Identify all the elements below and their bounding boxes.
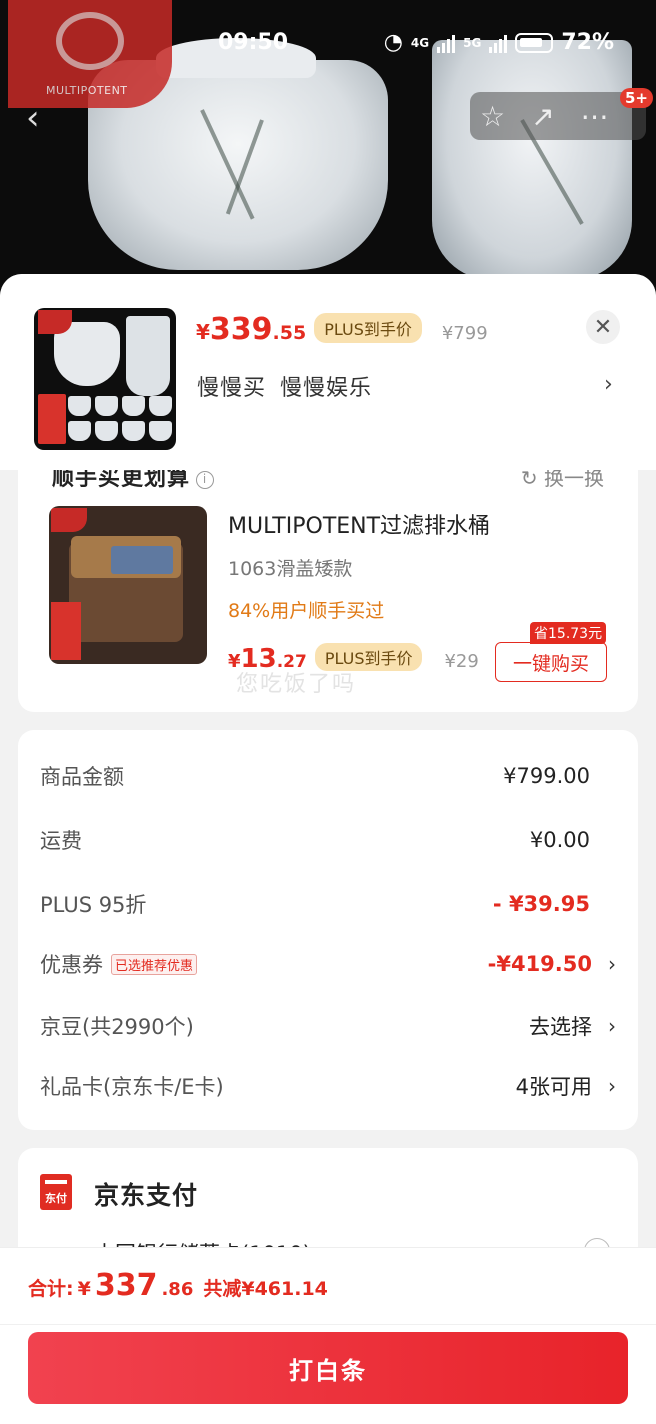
watermark-text: 您吃饭了吗 xyxy=(236,672,357,697)
product-summary-header: ¥339.55 PLUS到手价 ¥799 ✕ 慢慢买 慢慢娱乐 › xyxy=(0,274,656,470)
addon-buy-rate: 84%用户顺手买过 xyxy=(228,600,385,622)
wifi-icon: ◔ xyxy=(383,30,403,55)
checkout-bottom-bar: 合计: ¥337.86 共减¥461.14 打白条 xyxy=(0,1248,656,1424)
addon-section-title: 顺手买更划算 i xyxy=(52,470,215,492)
recommended-coupon-tag: 已选推荐优惠 xyxy=(111,953,198,975)
thumb-pitcher xyxy=(126,316,170,396)
addon-product-name[interactable]: MULTIPOTENT过滤排水桶 xyxy=(228,508,490,540)
savings-badge: 省15.73元 xyxy=(530,622,607,644)
back-icon[interactable]: ‹ xyxy=(26,98,40,138)
message-count-badge: 5+ xyxy=(620,88,654,108)
one-click-buy-button[interactable]: 一键购买 xyxy=(495,642,607,682)
summary-value: - ¥39.95 xyxy=(492,892,590,916)
variant-name: 慢慢娱乐 xyxy=(280,376,373,401)
summary-row-coupon[interactable]: 优惠券 已选推荐优惠 -¥419.50 › xyxy=(40,944,616,984)
battery-percent: 72% xyxy=(561,30,614,55)
plus-price-tag: PLUS到手价 xyxy=(314,313,422,343)
jd-pay-icon: 东付 xyxy=(40,1174,72,1210)
payment-title: 京东支付 xyxy=(94,1181,199,1210)
total-savings: 共减¥461.14 xyxy=(203,1278,328,1300)
network-4g-label: 4G xyxy=(410,35,430,50)
addon-recommendation-card: 顺手买更划算 i ↻ 换一换 MULTIPOTENT过滤排水桶 1063滑盖矮款 … xyxy=(18,470,638,712)
summary-row-plus-discount: PLUS 95折 - ¥39.95 xyxy=(40,884,616,924)
divider xyxy=(0,1324,656,1325)
total-decimal: .86 xyxy=(161,1279,194,1300)
battery-icon xyxy=(515,32,554,53)
signal-icon xyxy=(437,33,456,53)
total-label: 合计: xyxy=(28,1278,74,1300)
summary-value: 4张可用 xyxy=(515,1075,592,1099)
brand-logo-text: MULTIPOTENT xyxy=(46,84,128,97)
summary-value: 去选择 xyxy=(529,1015,592,1039)
original-price: ¥799 xyxy=(441,323,488,344)
chevron-right-icon: › xyxy=(608,1074,616,1098)
thumb-brand-logo xyxy=(38,310,72,334)
order-summary-card: 商品金额 ¥799.00 运费 ¥0.00 PLUS 95折 - ¥39.95 … xyxy=(18,730,638,1130)
total-currency: ¥ xyxy=(77,1278,91,1300)
addon-product-spec: 1063滑盖矮款 xyxy=(228,558,353,580)
pitcher-image xyxy=(432,40,632,280)
thumb-cups xyxy=(68,396,172,442)
order-total: 合计: ¥337.86 共减¥461.14 xyxy=(28,1268,328,1303)
summary-label: 优惠券 xyxy=(40,953,103,977)
share-icon[interactable]: ↗ xyxy=(531,100,554,133)
summary-value: ¥0.00 xyxy=(529,828,590,852)
summary-row-shipping: 运费 ¥0.00 xyxy=(40,820,616,860)
chevron-right-icon: › xyxy=(608,1014,616,1038)
addon-product-image[interactable] xyxy=(49,506,207,664)
summary-label-group: 优惠券 已选推荐优惠 xyxy=(40,949,488,979)
summary-row-jingdou[interactable]: 京豆(共2990个) 去选择 › xyxy=(40,1006,616,1046)
refresh-icon: ↻ xyxy=(520,470,544,490)
summary-label: 商品金额 xyxy=(40,765,124,789)
addon-original-price: ¥29 xyxy=(444,651,479,672)
total-amount: 337 xyxy=(94,1268,158,1303)
status-time: 09:50 xyxy=(218,30,289,55)
summary-label: 运费 xyxy=(40,829,82,853)
product-thumbnail xyxy=(34,308,176,450)
summary-value: -¥419.50 xyxy=(487,952,592,976)
product-price: ¥339.55 xyxy=(196,312,307,347)
product-price-row: ¥339.55 PLUS到手价 ¥799 xyxy=(196,312,488,347)
summary-label: 京豆(共2990个) xyxy=(40,1015,194,1039)
summary-row-gift-card[interactable]: 礼品卡(京东卡/E卡) 4张可用 › xyxy=(40,1066,616,1106)
chevron-right-icon[interactable]: › xyxy=(604,372,613,397)
swap-button[interactable]: ↻ 换一换 xyxy=(521,470,604,491)
status-indicators: ◔ 4G 5G 72% xyxy=(384,30,614,55)
chevron-right-icon: › xyxy=(608,952,616,976)
summary-label: PLUS 95折 xyxy=(40,893,147,917)
summary-label: 礼品卡(京东卡/E卡) xyxy=(40,1075,224,1099)
selected-variant[interactable]: 慢慢买 慢慢娱乐 xyxy=(197,370,386,402)
signal-icon xyxy=(489,33,508,53)
summary-value: ¥799.00 xyxy=(503,764,590,788)
variant-name: 慢慢买 xyxy=(197,376,267,401)
pay-baitiao-button[interactable]: 打白条 xyxy=(28,1332,628,1404)
close-icon[interactable]: ✕ xyxy=(586,310,620,344)
info-icon[interactable]: i xyxy=(196,471,215,489)
favorite-icon[interactable]: ☆ xyxy=(480,100,505,133)
more-icon[interactable]: ⋯ xyxy=(581,100,609,133)
status-bar: 09:50 ◔ 4G 5G 72% xyxy=(0,28,656,64)
summary-row-goods-amount: 商品金额 ¥799.00 xyxy=(40,756,616,796)
network-5g-label: 5G xyxy=(463,35,482,50)
thumb-promo-tag xyxy=(38,394,66,444)
